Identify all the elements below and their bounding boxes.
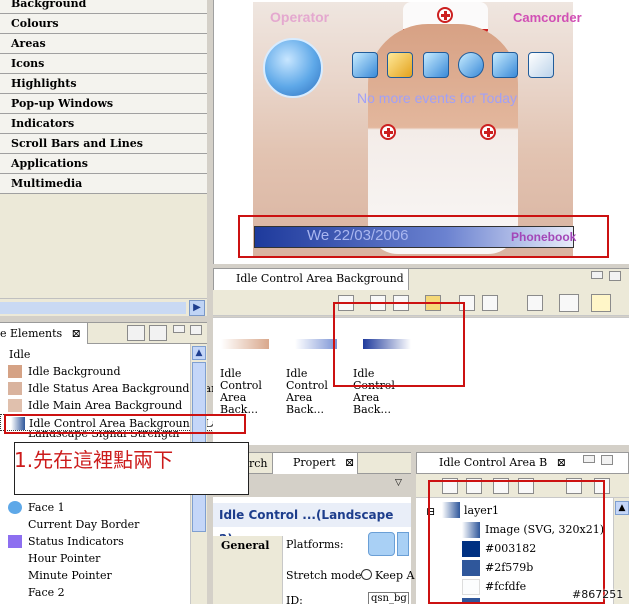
- list-item-label: Face 1: [28, 501, 65, 514]
- maximize-icon[interactable]: [601, 455, 613, 465]
- toggle-icon[interactable]: [559, 294, 579, 312]
- list-item[interactable]: Minute Pointer: [0, 567, 190, 584]
- category-item[interactable]: Multimedia: [0, 174, 207, 194]
- category-item[interactable]: Icons: [0, 54, 207, 74]
- highlight-frame: [238, 215, 609, 258]
- list-item[interactable]: Hour Pointer: [0, 550, 190, 567]
- platforms-label: Platforms:: [286, 538, 344, 551]
- list-item-label: Face 2: [28, 586, 65, 599]
- list-item[interactable]: Face 1: [0, 499, 190, 516]
- thumbnail-image[interactable]: [221, 339, 269, 349]
- category-item[interactable]: Pop-up Windows: [0, 94, 207, 114]
- scroll-up-arrow-icon[interactable]: ▲: [192, 346, 206, 360]
- radio-button[interactable]: [361, 569, 372, 580]
- close-icon[interactable]: ⊠: [345, 456, 354, 469]
- scroll-up-arrow-icon[interactable]: ▲: [615, 501, 629, 515]
- category-item[interactable]: Areas: [0, 34, 207, 54]
- list-view-icon[interactable]: [127, 325, 145, 341]
- close-icon[interactable]: ⊠: [557, 456, 566, 469]
- tree-view-icon[interactable]: [149, 325, 167, 341]
- tab-idle-control-area-outline[interactable]: Idle Control Area B ⊠: [416, 452, 629, 474]
- annotation-text: 1.先在這裡點兩下: [14, 448, 174, 472]
- tab-search-label[interactable]: rch: [249, 457, 268, 470]
- tab-properties[interactable]: Propert ⊠: [272, 452, 358, 474]
- app-icon: [492, 52, 518, 78]
- chevron-down-icon[interactable]: ▽: [395, 478, 402, 488]
- app-icon: [423, 52, 449, 78]
- category-item[interactable]: Background: [0, 0, 207, 14]
- platform-button[interactable]: [397, 532, 409, 556]
- thumbnail-image[interactable]: [295, 339, 337, 349]
- no-events-label: No more events for Today: [357, 90, 518, 106]
- tab-label: Propert: [293, 456, 336, 469]
- properties-section-tabs: General: [213, 536, 283, 604]
- edit-icon[interactable]: [482, 295, 498, 311]
- list-item[interactable]: Idle Status Area Background (Land: [0, 380, 225, 397]
- highlight-frame: [428, 480, 605, 604]
- purple-square-icon: [8, 535, 22, 548]
- scroll-track[interactable]: [0, 302, 186, 314]
- swap-icon[interactable]: [591, 294, 611, 312]
- stretch-mode-option: Keep A: [375, 569, 415, 582]
- tab-label: Idle Control Area B: [439, 456, 548, 469]
- calendar-icon: [528, 52, 554, 78]
- properties-title: Idle Control ...(Landscape 2): [213, 503, 411, 546]
- category-item[interactable]: Highlights: [0, 74, 207, 94]
- nurse-thumbnail-icon: [8, 399, 22, 412]
- category-list: Background Colours Areas Icons Highlight…: [0, 0, 207, 298]
- nurse-thumbnail-icon: [8, 382, 22, 395]
- category-hscrollbar[interactable]: ▶: [0, 298, 207, 316]
- category-item[interactable]: Colours: [0, 14, 207, 34]
- scroll-right-arrow-icon[interactable]: ▶: [189, 300, 205, 316]
- id-label: ID:: [286, 594, 303, 604]
- id-field[interactable]: qsn_bg: [368, 592, 409, 604]
- section-general[interactable]: General: [221, 539, 270, 552]
- category-item[interactable]: Applications: [0, 154, 207, 174]
- tab-label: Idle Control Area Background: [236, 272, 404, 285]
- list-item-label: Current Day Border: [28, 518, 140, 531]
- highlight-frame: [4, 414, 246, 434]
- list-item[interactable]: Idle Background: [0, 363, 190, 380]
- list-item[interactable]: Face 2: [0, 584, 190, 601]
- list-item-label: Status Indicators: [28, 535, 124, 548]
- app-icon: [387, 52, 413, 78]
- elements-view-header: e Elements ⊠: [0, 322, 207, 345]
- minimize-icon[interactable]: [583, 455, 595, 463]
- platform-button[interactable]: [368, 532, 395, 556]
- nurse-thumbnail-icon: [8, 365, 22, 378]
- watermark-label: #867251: [572, 588, 624, 601]
- category-item[interactable]: Scroll Bars and Lines: [0, 134, 207, 154]
- category-item[interactable]: Indicators: [0, 114, 207, 134]
- stretch-mode-label: Stretch mode:: [286, 569, 366, 582]
- red-cross-icon: [437, 7, 453, 23]
- toolbar-icon[interactable]: [527, 295, 543, 311]
- list-item[interactable]: Current Day Border: [0, 516, 190, 533]
- tab-elements[interactable]: e Elements ⊠: [0, 323, 88, 345]
- red-cross-icon: [480, 124, 496, 140]
- minimize-icon[interactable]: [591, 271, 603, 279]
- thumbnail-label: Idle Control Area Back...: [220, 368, 262, 416]
- minimize-icon[interactable]: [173, 325, 185, 333]
- list-item[interactable]: Status Indicators: [0, 533, 190, 550]
- list-item[interactable]: Idle Main Area Background: [0, 397, 190, 414]
- globe-icon: [458, 52, 484, 78]
- close-icon[interactable]: ⊠: [72, 327, 81, 340]
- maximize-icon[interactable]: [609, 271, 621, 281]
- camcorder-label: Camcorder: [513, 10, 582, 25]
- red-cross-icon: [380, 124, 396, 140]
- list-item-label: Hour Pointer: [28, 552, 101, 565]
- group-label: Idle: [9, 348, 31, 361]
- list-item-label: Minute Pointer: [28, 569, 112, 582]
- analog-clock-icon: [263, 38, 323, 98]
- list-item-label: Idle Main Area Background: [28, 399, 183, 412]
- clock-face-icon: [8, 501, 22, 514]
- app-icon: [352, 52, 378, 78]
- tab-idle-control-area-background[interactable]: Idle Control Area Background ⊠: [213, 268, 409, 305]
- list-item-label: Idle Background: [28, 365, 121, 378]
- highlight-frame: [333, 302, 465, 387]
- operator-label: Operator: [270, 9, 330, 25]
- tab-elements-label: e Elements: [0, 327, 63, 340]
- maximize-icon[interactable]: [190, 325, 202, 335]
